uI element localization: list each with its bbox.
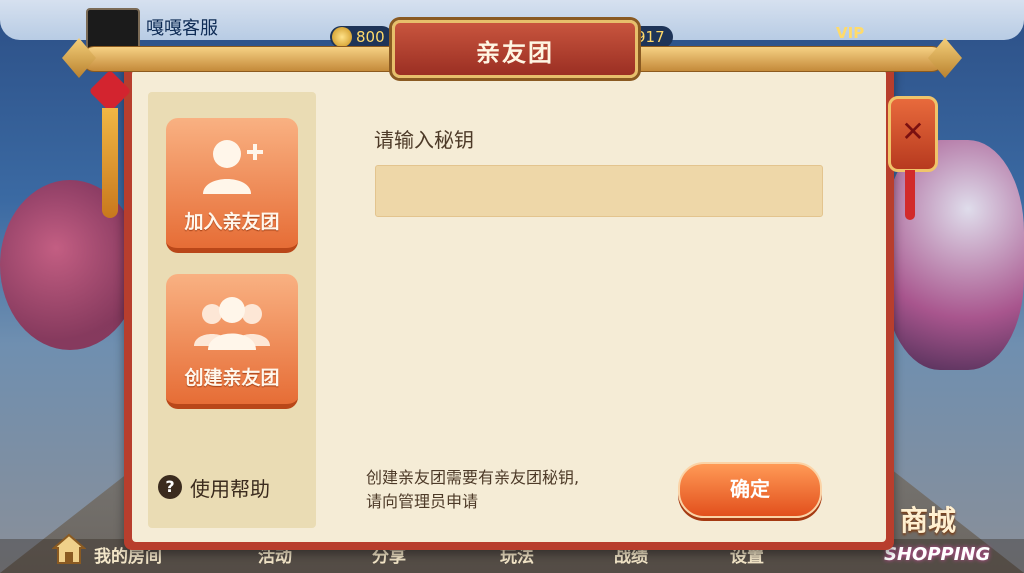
dialog-title: 亲友团 — [476, 39, 554, 67]
confirm-button[interactable]: 确定 — [678, 462, 822, 518]
close-x-icon: ✕ — [901, 115, 925, 148]
key-prompt: 请输入秘钥 — [374, 128, 474, 152]
blossom-tree-left — [0, 180, 140, 350]
add-user-icon — [166, 136, 298, 202]
note-line-2: 请向管理员申请 — [366, 492, 479, 511]
title-plate: 亲友团 — [392, 20, 638, 78]
rod-cap-right — [928, 38, 962, 78]
tassel-left — [102, 108, 118, 218]
help-label: 使用帮助 — [190, 476, 270, 501]
join-group-button[interactable]: 加入亲友团 — [166, 118, 298, 253]
note-line-1: 创建亲友团需要有亲友团秘钥, — [366, 468, 580, 487]
shop-subtitle[interactable]: SHOPPING — [884, 544, 990, 565]
close-button[interactable]: ✕ — [888, 96, 938, 172]
group-icon — [166, 292, 298, 358]
create-group-label: 创建亲友团 — [184, 367, 280, 389]
tassel-right — [905, 170, 915, 220]
join-group-label: 加入亲友团 — [184, 211, 280, 233]
create-group-button[interactable]: 创建亲友团 — [166, 274, 298, 409]
home-icon[interactable] — [52, 533, 86, 565]
create-note: 创建亲友团需要有亲友团秘钥, 请向管理员申请 — [366, 466, 686, 514]
user-name: 嘎嘎客服 — [146, 18, 218, 39]
shop-title[interactable]: 商城 — [900, 499, 956, 539]
rod-cap-left — [62, 38, 96, 78]
question-icon: ? — [158, 475, 182, 499]
help-link[interactable]: ? 使用帮助 — [158, 470, 270, 504]
secret-key-input[interactable] — [375, 165, 823, 217]
